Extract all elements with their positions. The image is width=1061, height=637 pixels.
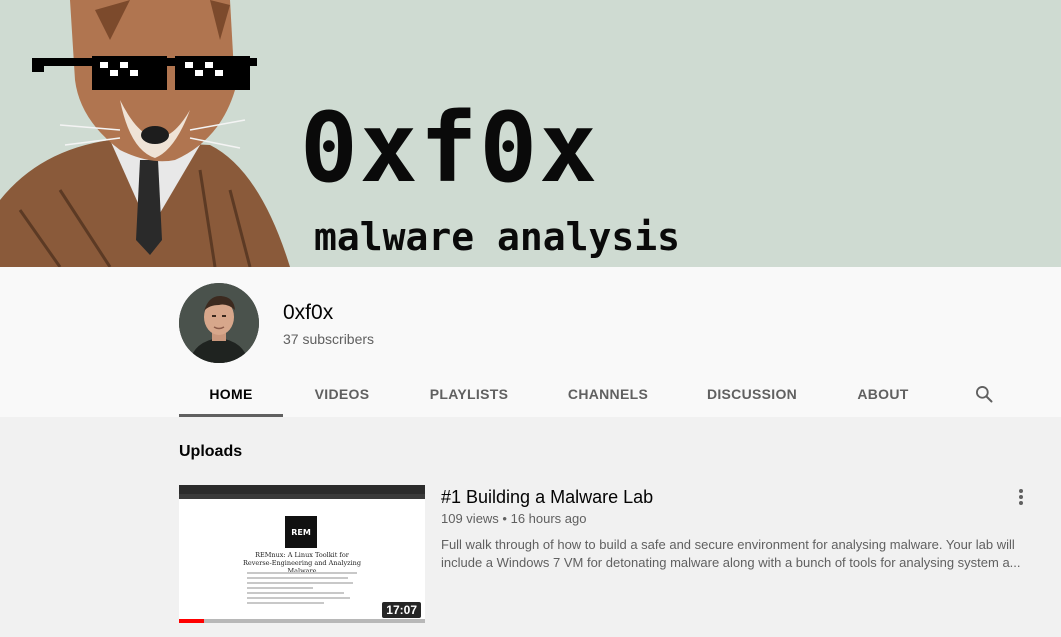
tab-discussion[interactable]: DISCUSSION — [679, 371, 825, 417]
video-duration: 17:07 — [382, 602, 421, 618]
video-description: Full walk through of how to build a safe… — [441, 537, 1021, 570]
video-meta: 109 views • 16 hours ago — [441, 511, 587, 526]
thumbnail-browser-toolbar — [179, 494, 425, 499]
banner-title: 0xf0x — [300, 92, 599, 204]
tab-playlists[interactable]: PLAYLISTS — [401, 371, 537, 417]
more-vert-icon — [1019, 489, 1023, 505]
thumbnail-logo: REM — [285, 516, 317, 548]
fox-illustration — [0, 0, 290, 267]
watch-progress-track — [179, 619, 425, 623]
tab-about[interactable]: ABOUT — [825, 371, 941, 417]
tab-videos[interactable]: VIDEOS — [283, 371, 401, 417]
channel-header: 0xf0x 37 subscribers HOME VIDEOS PLAYLIS… — [0, 267, 1061, 417]
subscriber-count: 37 subscribers — [283, 331, 375, 347]
channel-search-button[interactable] — [969, 379, 999, 409]
channel-name: 0xf0x — [283, 301, 334, 324]
video-more-button[interactable] — [1011, 485, 1031, 509]
thumbnail-text-lines — [247, 572, 357, 607]
search-icon — [976, 386, 993, 403]
banner-subtitle: malware analysis — [314, 215, 681, 259]
video-list-item: REM REMnux: A Linux Toolkit for Reverse-… — [179, 485, 1039, 625]
tab-channels[interactable]: CHANNELS — [537, 371, 679, 417]
avatar[interactable] — [179, 283, 259, 363]
thumbnail-browser-bar — [179, 485, 425, 494]
channel-banner: 0xf0x malware analysis — [0, 0, 1061, 267]
avatar-image — [179, 283, 259, 363]
uploads-section-title[interactable]: Uploads — [179, 443, 242, 461]
video-thumbnail[interactable]: REM REMnux: A Linux Toolkit for Reverse-… — [179, 485, 425, 623]
channel-tabs: HOME VIDEOS PLAYLISTS CHANNELS DISCUSSIO… — [179, 371, 941, 417]
video-title[interactable]: #1 Building a Malware Lab — [441, 487, 653, 508]
tab-home[interactable]: HOME — [179, 371, 283, 417]
watch-progress-fill — [179, 619, 204, 623]
